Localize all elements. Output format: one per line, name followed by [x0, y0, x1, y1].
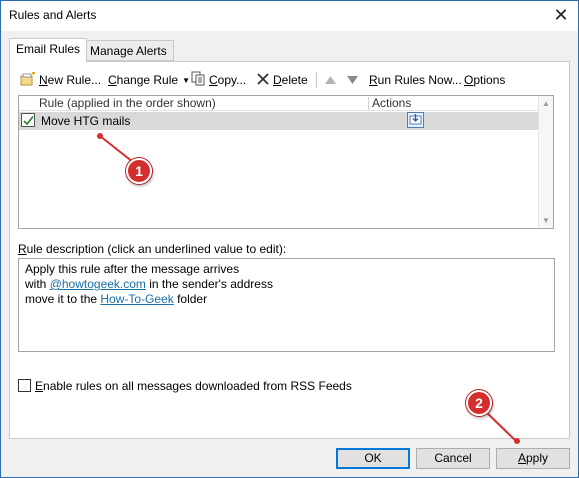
chevron-down-icon: ▼ — [182, 75, 190, 85]
window-title: Rules and Alerts — [9, 8, 97, 22]
tab-email-rules[interactable]: Email Rules — [9, 38, 88, 62]
move-up-icon — [325, 73, 336, 87]
rule-name: Move HTG mails — [41, 114, 131, 128]
description-line-2: with @howtogeek.com in the sender's addr… — [25, 277, 273, 291]
delete-button[interactable]: Delete — [256, 71, 308, 89]
rule-enabled-checkbox[interactable] — [21, 113, 35, 127]
change-rule-button[interactable]: Change Rule ▼ — [108, 71, 190, 89]
tab-manage-alerts[interactable]: Manage Alerts — [83, 40, 174, 61]
scroll-down-icon[interactable]: ▼ — [542, 216, 550, 225]
move-down-button[interactable] — [347, 71, 358, 89]
rss-rules-checkbox[interactable] — [18, 379, 31, 392]
rss-rules-label[interactable]: Enable rules on all messages downloaded … — [35, 379, 352, 393]
options-button[interactable]: Options — [464, 71, 505, 89]
move-up-button[interactable] — [325, 71, 336, 89]
column-header-actions[interactable]: Actions — [372, 96, 411, 110]
new-rule-icon — [20, 71, 36, 89]
move-to-folder-icon — [407, 112, 424, 128]
toolbar-separator — [316, 72, 317, 88]
rules-list-scrollbar[interactable]: ▲ ▼ — [538, 96, 553, 228]
sender-address-link[interactable]: @howtogeek.com — [50, 277, 146, 291]
description-line-1: Apply this rule after the message arrive… — [25, 262, 240, 276]
cancel-button[interactable]: Cancel — [416, 448, 490, 469]
move-down-icon — [347, 73, 358, 87]
rule-row[interactable]: Move HTG mails — [19, 112, 538, 130]
close-icon[interactable]: ✕ — [550, 4, 572, 26]
apply-button[interactable]: Apply — [496, 448, 570, 469]
scroll-up-icon[interactable]: ▲ — [542, 99, 550, 108]
rules-list[interactable]: Rule (applied in the order shown) Action… — [18, 95, 554, 229]
ok-button[interactable]: OK — [336, 448, 410, 469]
run-rules-now-button[interactable]: Run Rules Now... — [369, 71, 462, 89]
callout-badge-1: 1 — [126, 158, 152, 184]
delete-icon — [256, 72, 270, 89]
column-header-rule[interactable]: Rule (applied in the order shown) — [39, 96, 216, 110]
column-divider — [368, 97, 369, 110]
rule-description-box: Apply this rule after the message arrive… — [18, 258, 555, 352]
copy-icon — [191, 71, 206, 89]
copy-button[interactable]: Copy... — [191, 71, 246, 89]
new-rule-button[interactable]: New Rule... — [20, 71, 101, 89]
rules-list-header: Rule (applied in the order shown) Action… — [19, 96, 538, 111]
folder-link[interactable]: How-To-Geek — [100, 292, 173, 306]
rule-description-label: Rule description (click an underlined va… — [18, 242, 287, 256]
description-line-3: move it to the How-To-Geek folder — [25, 292, 208, 306]
callout-badge-2: 2 — [466, 390, 492, 416]
